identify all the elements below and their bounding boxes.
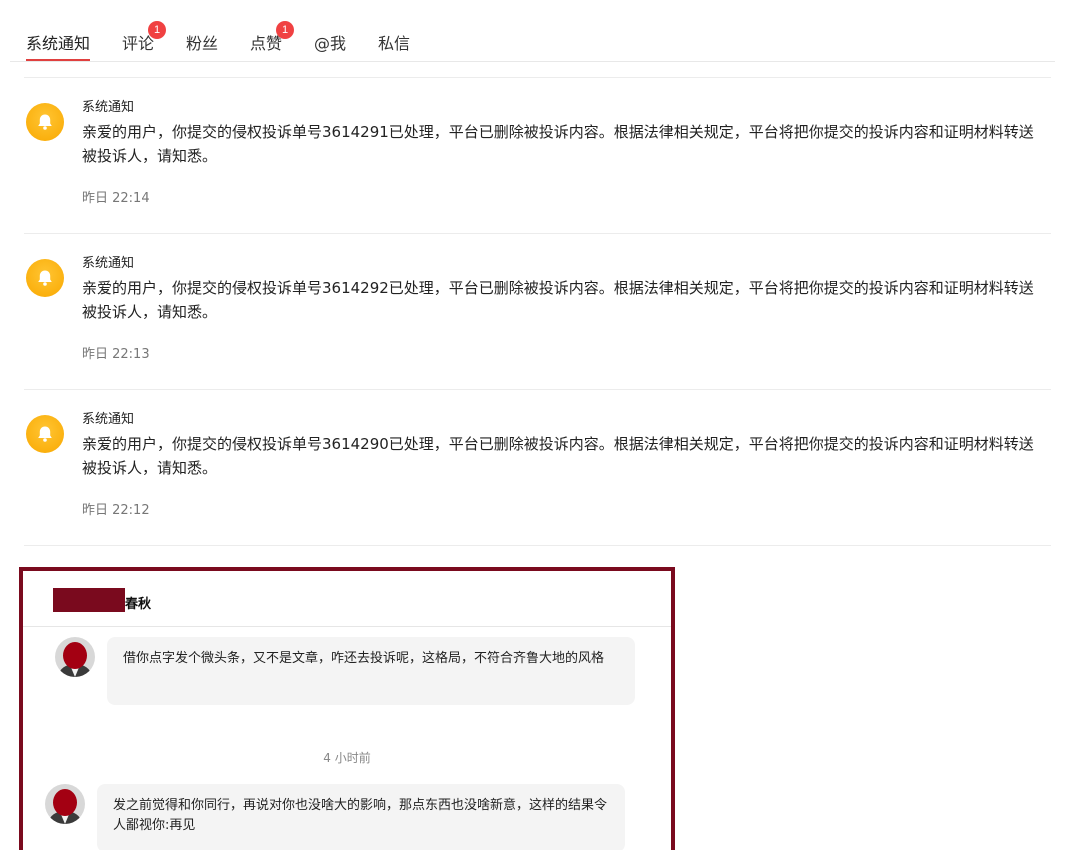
chat-timestamp: 4 小时前 <box>323 751 371 765</box>
avatar[interactable] <box>45 784 85 824</box>
tab-system-notice[interactable]: 系统通知 <box>26 30 90 54</box>
redacted-name-block <box>53 588 125 612</box>
notification-title: 系统通知 <box>82 412 135 427</box>
notification-item[interactable]: 系统通知 亲爱的用户，你提交的侵权投诉单号3614290已处理，平台已删除被投诉… <box>24 412 1051 545</box>
tab-fans[interactable]: 粉丝 <box>186 30 218 54</box>
chat-panel: 春秋 借你点字发个微头条，又不是文章，咋还去投诉呢，这格局，不符合齐鲁大地的风格… <box>19 567 675 850</box>
active-tab-indicator <box>26 59 90 61</box>
avatar[interactable] <box>55 637 95 677</box>
divider <box>24 545 1051 546</box>
tab-mentions[interactable]: @我 <box>314 30 346 54</box>
notification-time: 昨日 22:14 <box>82 191 150 206</box>
notification-body: 亲爱的用户，你提交的侵权投诉单号3614290已处理，平台已删除被投诉内容。根据… <box>82 435 1034 477</box>
notification-item[interactable]: 系统通知 亲爱的用户，你提交的侵权投诉单号3614291已处理，平台已删除被投诉… <box>24 100 1051 233</box>
tab-private-messages[interactable]: 私信 <box>378 30 410 54</box>
notification-body: 亲爱的用户，你提交的侵权投诉单号3614291已处理，平台已删除被投诉内容。根据… <box>82 123 1034 165</box>
notification-time: 昨日 22:13 <box>82 347 150 362</box>
comments-badge: 1 <box>148 21 166 39</box>
divider <box>24 233 1051 234</box>
notification-title: 系统通知 <box>82 256 135 271</box>
divider <box>24 389 1051 390</box>
likes-badge: 1 <box>276 21 294 39</box>
chat-header: 春秋 <box>23 571 671 627</box>
bell-icon <box>26 259 64 297</box>
chat-contact-name: 春秋 <box>125 597 152 612</box>
chat-message-bubble: 借你点字发个微头条，又不是文章，咋还去投诉呢，这格局，不符合齐鲁大地的风格 <box>107 637 635 705</box>
notification-body: 亲爱的用户，你提交的侵权投诉单号3614292已处理，平台已删除被投诉内容。根据… <box>82 279 1034 321</box>
notification-time: 昨日 22:12 <box>82 503 150 518</box>
notification-tabs: 系统通知 评论 1 粉丝 点赞 1 @我 私信 <box>10 0 1055 62</box>
notification-title: 系统通知 <box>82 100 135 115</box>
divider <box>24 77 1051 78</box>
chat-message-bubble: 发之前觉得和你同行，再说对你也没啥大的影响，那点东西也没啥新意，这样的结果令人鄙… <box>97 784 625 850</box>
bell-icon <box>26 103 64 141</box>
bell-icon <box>26 415 64 453</box>
notification-item[interactable]: 系统通知 亲爱的用户，你提交的侵权投诉单号3614292已处理，平台已删除被投诉… <box>24 256 1051 389</box>
